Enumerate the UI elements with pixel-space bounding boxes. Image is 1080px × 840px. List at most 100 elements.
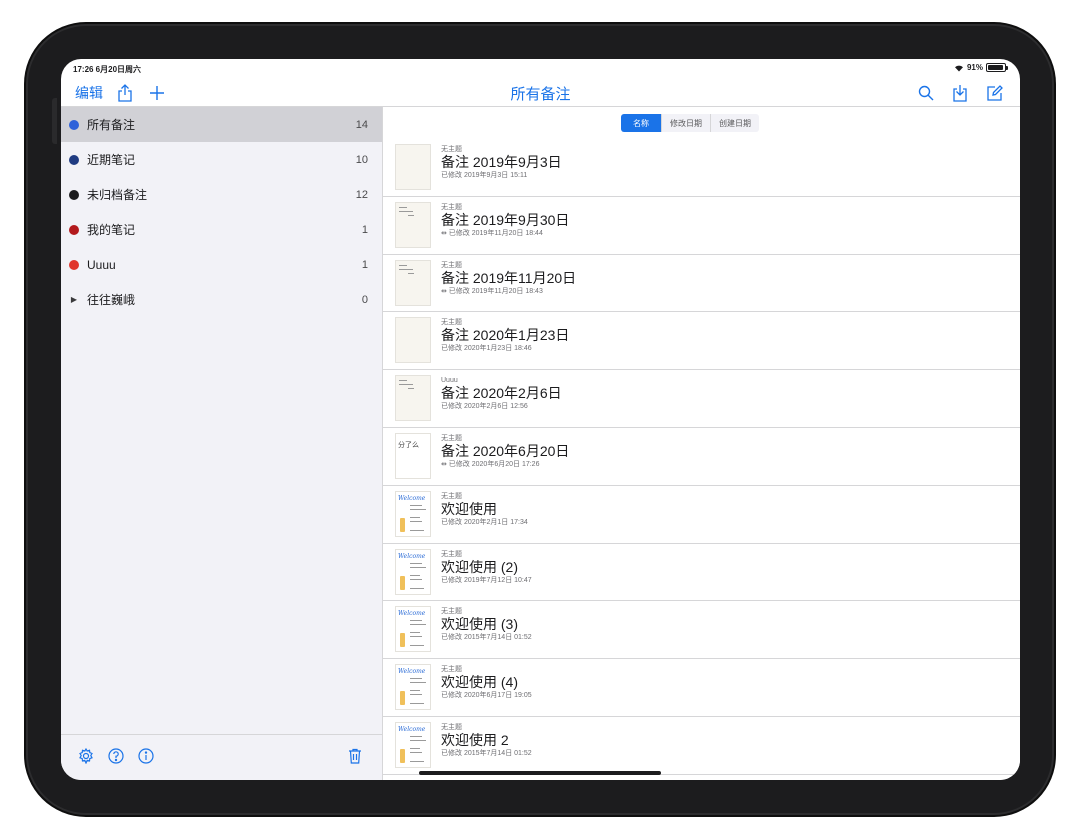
note-date: 已修改 2020年1月23日 18:46 — [441, 345, 532, 353]
folder-color-dot — [69, 189, 79, 200]
wifi-icon — [954, 64, 964, 72]
note-date: 已修改 2020年2月6日 12:56 — [441, 403, 528, 411]
note-list: 无主题 备注 2019年9月3日 已修改 2019年9月3日 15:11 无主题 备注 … — [383, 139, 1020, 775]
note-row[interactable]: 无主题 备注 2019年9月3日已修改 2019年9月3日 15:11 — [383, 139, 1020, 197]
info-icon[interactable] — [137, 747, 155, 765]
folder-color-dot — [69, 119, 79, 130]
compose-icon[interactable] — [984, 83, 1004, 103]
note-date: 已修改 2019年9月3日 15:11 — [441, 172, 528, 179]
note-row[interactable]: 无主题 备注 2019年9月30日 ⇹ 已修改 2019年11月20日 18:44 — [383, 197, 1020, 255]
sidebar-item-count: 12 — [355, 188, 368, 201]
sidebar-item-count: 10 — [355, 153, 368, 166]
sidebar-item[interactable]: 所有备注 14 — [61, 107, 382, 142]
note-thumbnail — [395, 317, 431, 364]
note-title: 备注 2019年9月30日 — [441, 211, 570, 228]
note-thumbnail — [395, 375, 431, 422]
battery-percent: 91% — [966, 63, 983, 72]
note-date: 已修改 2020年2月1日 17:34 — [441, 518, 528, 526]
note-thumbnail: Welcome — [395, 606, 431, 653]
note-folder: 无主题 — [441, 492, 462, 500]
battery-icon — [986, 63, 1008, 72]
note-folder: 无主题 — [441, 666, 462, 674]
note-folder: 无主题 — [441, 723, 462, 731]
note-date: ⇹ 已修改 2019年11月20日 18:44 — [441, 229, 543, 237]
sidebar-item[interactable]: 未归档备注 12 — [61, 177, 382, 212]
folder-color-dot — [69, 154, 79, 165]
note-title: 欢迎使用 2 — [441, 731, 509, 748]
note-row[interactable]: Welcome 无主题 欢迎使用 2 已修改 2015年7月14日 01:52 — [383, 717, 1020, 775]
note-folder: 无主题 — [441, 261, 462, 269]
note-date: ⇹ 已修改 2019年11月20日 18:43 — [441, 287, 543, 295]
note-date: 已修改 2015年7月14日 01:52 — [441, 749, 532, 757]
note-row[interactable]: Uuuu 备注 2020年2月6日 已修改 2020年2月6日 12:56 — [383, 370, 1020, 428]
sidebar-item-label: 往往巍峨 — [87, 293, 136, 307]
note-title: 备注 2019年11月20日 — [441, 269, 577, 286]
sidebar-item-label: 近期笔记 — [87, 153, 136, 167]
note-thumbnail: 分了么 — [395, 432, 431, 479]
note-date: 已修改 2020年6月17日 19:05 — [441, 692, 532, 700]
sort-option[interactable]: 创建日期 — [710, 114, 759, 132]
trash-icon[interactable] — [346, 747, 364, 765]
app-screen: 17:26 6月20日周六 91% 编辑 所有备注 所有备注 14 近期笔记 1… — [61, 59, 1020, 780]
disclosure-triangle-icon[interactable]: ▶ — [69, 295, 79, 304]
note-row[interactable]: 无主题 备注 2019年11月20日 ⇹ 已修改 2019年11月20日 18:43 — [383, 255, 1020, 313]
note-title: 备注 2020年2月6日 — [441, 385, 562, 402]
sidebar-item-label: 未归档备注 — [87, 188, 148, 202]
sidebar-toolbar — [61, 734, 382, 780]
sort-option[interactable]: 名称 — [621, 114, 661, 132]
status-time: 17:26 6月20日周六 — [73, 65, 142, 74]
sidebar-item-label: 我的笔记 — [87, 223, 136, 237]
home-indicator[interactable] — [419, 771, 661, 775]
note-row[interactable]: Welcome 无主题 欢迎使用 (2) 已修改 2019年7月12日 10:47 — [383, 544, 1020, 602]
sidebar-item[interactable]: 我的笔记 1 — [61, 212, 382, 247]
status-bar: 17:26 6月20日周六 91% — [61, 59, 1020, 79]
note-row[interactable]: 分了么 无主题 备注 2020年6月20日 ⇹ 已修改 2020年6月20日 17:2… — [383, 428, 1020, 486]
note-title: 欢迎使用 — [441, 500, 497, 517]
note-thumbnail: Welcome — [395, 548, 431, 595]
note-row[interactable]: Welcome 无主题 欢迎使用 (3) 已修改 2015年7月14日 01:52 — [383, 601, 1020, 660]
note-title: 备注 2019年9月3日 — [441, 154, 562, 170]
note-thumbnail: Welcome — [395, 664, 431, 711]
status-indicators: 91% — [954, 63, 1008, 72]
sidebar-item[interactable]: Uuuu 1 — [61, 247, 382, 282]
notes-panel: 名称 修改日期 创建日期 无主题 备注 2019年9月3日 已修改 2019年9月3日 … — [383, 107, 1020, 780]
sidebar-item-label: Uuuu — [87, 257, 116, 272]
settings-icon[interactable] — [77, 747, 95, 765]
note-folder: 无主题 — [441, 550, 462, 558]
add-icon[interactable] — [147, 83, 167, 103]
sidebar-item-count: 0 — [361, 293, 368, 306]
note-row[interactable]: Welcome 无主题 欢迎使用 已修改 2020年2月1日 17:34 — [383, 486, 1020, 544]
note-folder: 无主题 — [441, 146, 462, 153]
sidebar-item-label: 所有备注 — [87, 118, 136, 132]
sidebar-item[interactable]: 近期笔记 10 — [61, 142, 382, 177]
note-folder: 无主题 — [441, 608, 462, 616]
help-icon[interactable] — [107, 747, 125, 765]
sidebar-item-count: 1 — [361, 223, 368, 236]
note-date: 已修改 2015年7月14日 01:52 — [441, 634, 532, 642]
sidebar-item-count: 14 — [355, 118, 368, 131]
note-row[interactable]: 无主题 备注 2020年1月23日 已修改 2020年1月23日 18:46 — [383, 312, 1020, 371]
note-title: 欢迎使用 (2) — [441, 558, 518, 575]
sidebar: 所有备注 14 近期笔记 10 未归档备注 12 我的笔记 1 Uuuu 1 ▶ 往往巍峨 0 — [61, 107, 383, 780]
note-title: 欢迎使用 (3) — [441, 616, 518, 633]
import-icon[interactable] — [950, 83, 970, 103]
folder-color-dot — [69, 259, 79, 270]
share-icon[interactable] — [115, 83, 135, 103]
note-title: 备注 2020年1月23日 — [441, 327, 570, 344]
note-folder: 无主题 — [441, 434, 462, 442]
note-thumbnail — [395, 201, 431, 248]
note-row[interactable]: Welcome 无主题 欢迎使用 (4) 已修改 2020年6月17日 19:05 — [383, 659, 1020, 717]
note-date: 已修改 2019年7月12日 10:47 — [441, 576, 532, 584]
sort-option[interactable]: 修改日期 — [661, 114, 710, 132]
sidebar-item[interactable]: ▶ 往往巍峨 0 — [61, 282, 382, 317]
edit-button[interactable]: 编辑 — [75, 83, 103, 103]
folder-color-dot — [69, 224, 79, 235]
note-folder: 无主题 — [441, 203, 462, 211]
note-folder: 无主题 — [441, 319, 462, 327]
note-thumbnail — [395, 144, 431, 190]
note-thumbnail: Welcome — [395, 721, 431, 768]
search-icon[interactable] — [916, 83, 936, 103]
note-title: 备注 2020年6月20日 — [441, 442, 570, 459]
note-folder: Uuuu — [441, 377, 458, 385]
note-thumbnail: Welcome — [395, 490, 431, 537]
